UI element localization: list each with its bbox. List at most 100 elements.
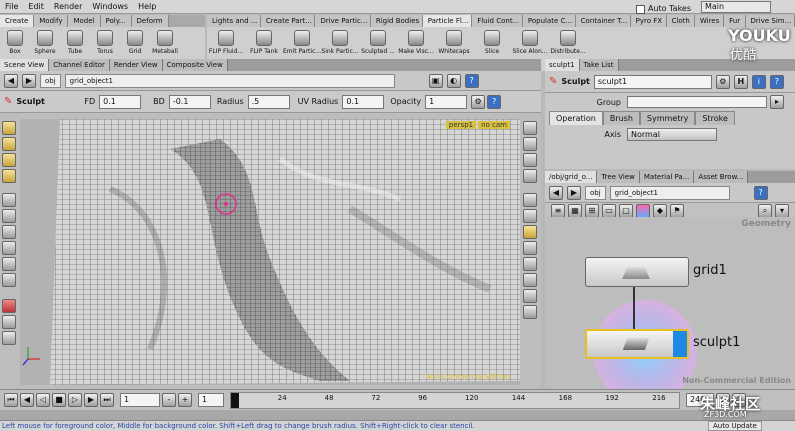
- timeline-scroll[interactable]: [0, 410, 795, 420]
- menu-help[interactable]: Help: [133, 0, 161, 14]
- paint-tool-icon[interactable]: [2, 315, 16, 329]
- right-shelf-tool-9[interactable]: Distribute...: [549, 27, 587, 55]
- left-shelf-tool-3[interactable]: Torus: [90, 27, 120, 55]
- display-options-icon[interactable]: [523, 121, 537, 135]
- template-icon[interactable]: [523, 225, 537, 239]
- help-icon[interactable]: ?: [464, 73, 479, 88]
- select-tool-icon[interactable]: [2, 121, 16, 135]
- grid1-node[interactable]: [585, 257, 689, 287]
- step-forward-icon[interactable]: ▶: [84, 393, 98, 407]
- pose-tool-icon[interactable]: [2, 193, 16, 207]
- auto-takes-checkbox[interactable]: [636, 4, 645, 14]
- left-shelf-tool-0[interactable]: Box: [0, 27, 30, 55]
- shading-icon[interactable]: [523, 169, 537, 183]
- param-help-icon[interactable]: ?: [769, 74, 784, 89]
- info-icon[interactable]: i: [751, 74, 766, 89]
- right-shelf-tool-1[interactable]: FLIP Tank: [245, 27, 283, 55]
- light-icon[interactable]: [523, 305, 537, 319]
- layout-icon[interactable]: ⊞: [585, 203, 599, 218]
- handle-tool-icon[interactable]: [2, 209, 16, 223]
- sticky-note-icon[interactable]: ▭: [602, 203, 616, 218]
- hda-icon[interactable]: H: [733, 74, 748, 89]
- frame-increment-icon[interactable]: +: [178, 393, 192, 407]
- right-shelf-tab-9[interactable]: Cloth: [666, 15, 695, 27]
- menu-edit[interactable]: Edit: [23, 0, 49, 14]
- frame-decrement-icon[interactable]: -: [162, 393, 176, 407]
- cube-icon[interactable]: ▣: [428, 73, 443, 88]
- opacity-field[interactable]: 1: [425, 94, 468, 109]
- left-shelf-tab-0[interactable]: Create: [0, 15, 35, 27]
- start-frame-field[interactable]: 1: [198, 393, 224, 407]
- right-shelf-tool-3[interactable]: Sink Partic...: [321, 27, 359, 55]
- camera-menu[interactable]: persp1 no cam: [445, 121, 510, 129]
- jump-end-icon[interactable]: ⏭: [100, 393, 114, 407]
- param-subtab-2[interactable]: Symmetry: [639, 111, 696, 125]
- right-shelf-tab-6[interactable]: Populate C...: [522, 15, 576, 27]
- display-flag[interactable]: [673, 331, 687, 357]
- left-shelf-tool-4[interactable]: Grid: [120, 27, 150, 55]
- play-reverse-icon[interactable]: ◁: [36, 393, 50, 407]
- param-subtab-3[interactable]: Stroke: [695, 111, 735, 125]
- param-subtab-0[interactable]: Operation: [549, 111, 603, 125]
- scale-tool-icon[interactable]: [2, 169, 16, 183]
- magnet-tool-icon[interactable]: [2, 257, 16, 271]
- home-view-icon[interactable]: [523, 153, 537, 167]
- jump-start-icon[interactable]: ⏮: [4, 393, 18, 407]
- network-editor[interactable]: Geometry grid1 sculpt1 Non-Commercial Ed…: [545, 217, 795, 389]
- frame-field[interactable]: 1: [120, 393, 160, 407]
- radius-field[interactable]: .5: [247, 94, 290, 109]
- left-shelf-tool-5[interactable]: Metaball: [150, 27, 180, 55]
- snap-tool-icon[interactable]: [2, 241, 16, 255]
- network-tab-0[interactable]: /obj/grid_o...: [545, 171, 598, 183]
- back-icon[interactable]: ◀: [4, 73, 18, 88]
- right-shelf-tab-5[interactable]: Fluid Cont...: [472, 15, 523, 27]
- net-zoom-icon[interactable]: ⌕: [758, 203, 772, 218]
- move-tool-icon[interactable]: [2, 137, 16, 151]
- param-subtab-1[interactable]: Brush: [602, 111, 640, 125]
- persp-menu[interactable]: persp1: [445, 121, 477, 129]
- right-shelf-tool-8[interactable]: Slice Alon...: [511, 27, 549, 55]
- tool-help-icon[interactable]: ?: [487, 94, 502, 109]
- network-tab-2[interactable]: Material Pa...: [639, 171, 695, 183]
- grid-snap-icon[interactable]: [2, 273, 16, 287]
- auto-update-menu[interactable]: Auto Update: [708, 421, 762, 431]
- cam-menu[interactable]: no cam: [478, 121, 510, 129]
- list-mode-icon[interactable]: ≡: [551, 203, 565, 218]
- axis-menu[interactable]: Normal: [627, 127, 717, 141]
- color-palette-icon[interactable]: [636, 203, 650, 218]
- left-shelf-tab-3[interactable]: Poly...: [100, 15, 132, 27]
- sculpt1-node[interactable]: [585, 329, 689, 359]
- ghost-icon[interactable]: [523, 209, 537, 223]
- bd-field[interactable]: -0.1: [168, 94, 211, 109]
- right-shelf-tab-4[interactable]: Particle Fl...: [422, 15, 473, 27]
- net-path-obj[interactable]: obj: [585, 185, 606, 200]
- viewer-tab-2[interactable]: Render View: [109, 59, 163, 71]
- play-icon[interactable]: ▷: [68, 393, 82, 407]
- shape-palette-icon[interactable]: ◆: [653, 203, 667, 218]
- auto-takes[interactable]: Auto Takes: [636, 2, 694, 16]
- wireframe-icon[interactable]: [523, 193, 537, 207]
- menu-file[interactable]: File: [0, 0, 23, 14]
- stop-icon[interactable]: ■: [52, 393, 66, 407]
- right-shelf-tab-7[interactable]: Container T...: [575, 15, 631, 27]
- group-select-arrow-icon[interactable]: ▸: [770, 95, 784, 109]
- left-shelf-tool-2[interactable]: Tube: [60, 27, 90, 55]
- left-shelf-tab-2[interactable]: Model: [68, 15, 101, 27]
- render-region-icon[interactable]: [2, 331, 16, 345]
- network-box-icon[interactable]: ▢: [619, 203, 633, 218]
- right-shelf-tool-4[interactable]: Sculpted ...: [359, 27, 397, 55]
- flags-icon[interactable]: ⚑: [670, 203, 684, 218]
- right-shelf-tool-6[interactable]: Whitecaps: [435, 27, 473, 55]
- step-back-icon[interactable]: ◀: [20, 393, 34, 407]
- forward-icon[interactable]: ▶: [22, 73, 36, 88]
- timeline-cursor[interactable]: [231, 392, 239, 408]
- param-tab-1[interactable]: Take List: [579, 59, 619, 71]
- path-node[interactable]: grid_object1: [64, 73, 395, 88]
- path-obj[interactable]: obj: [40, 73, 61, 88]
- tool-options-icon[interactable]: ⚙: [471, 94, 486, 109]
- left-shelf-tab-4[interactable]: Deform: [131, 15, 169, 27]
- viewport[interactable]: persp1 no cam Non-Commercial Edition: [20, 119, 520, 385]
- uv-radius-field[interactable]: 0.1: [342, 94, 385, 109]
- menu-render[interactable]: Render: [49, 0, 87, 14]
- rotate-tool-icon[interactable]: [2, 153, 16, 167]
